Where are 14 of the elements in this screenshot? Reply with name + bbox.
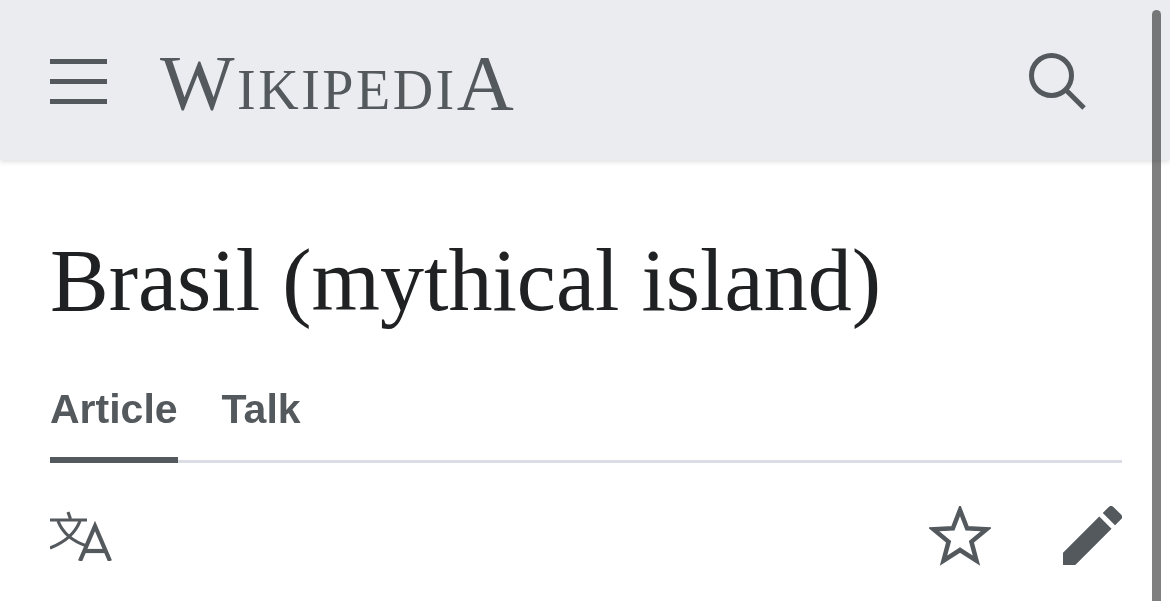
- tab[interactable]: Talk: [221, 384, 301, 463]
- star-icon: [929, 505, 991, 566]
- page-title: Brasil (mythical island): [50, 231, 882, 331]
- language-button[interactable]: [50, 510, 112, 561]
- language-icon: [50, 510, 112, 561]
- menu-button[interactable]: [50, 58, 107, 104]
- watch-button[interactable]: [929, 505, 991, 566]
- logo-wordmark[interactable]: WIKIPEDIA: [160, 42, 517, 122]
- search-icon: [1029, 53, 1087, 110]
- pencil-icon: [1063, 506, 1122, 566]
- edit-button[interactable]: [1063, 506, 1122, 566]
- search-button[interactable]: [1029, 53, 1087, 110]
- menu-icon: [50, 58, 107, 104]
- tab[interactable]: Article: [50, 384, 178, 463]
